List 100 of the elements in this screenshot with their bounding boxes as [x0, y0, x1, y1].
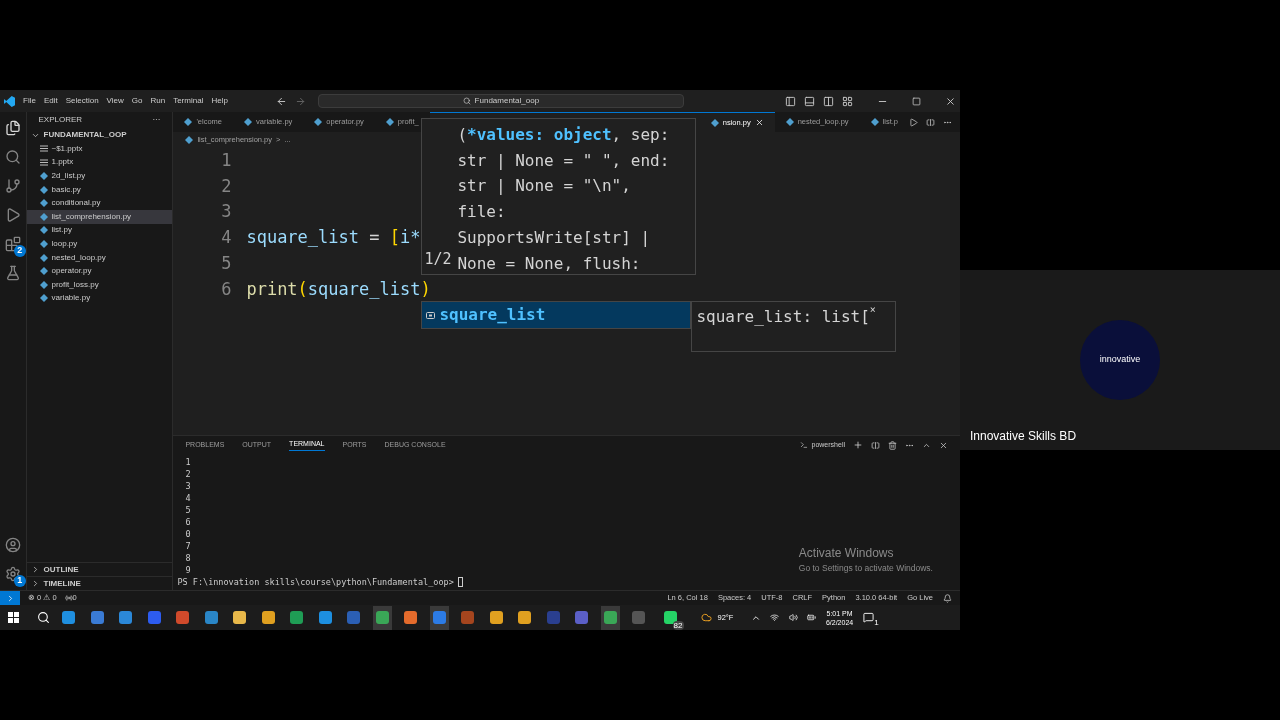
more-actions[interactable]: ··· — [152, 114, 161, 126]
split-icon[interactable] — [871, 440, 880, 450]
app-icon — [664, 611, 677, 624]
terminal-output: 1 — [185, 456, 191, 468]
python-file-icon — [185, 136, 194, 144]
toggle-sidebar-icon[interactable] — [785, 95, 796, 107]
tree-row[interactable]: basic.py — [26, 182, 173, 197]
battery-icon[interactable] — [807, 613, 817, 622]
participant-logo: innovative — [1080, 320, 1160, 400]
terminal-output: 7 — [185, 540, 191, 552]
app-icon — [119, 611, 132, 624]
variable-icon — [426, 311, 436, 319]
account-icon[interactable] — [4, 537, 21, 553]
tree-row[interactable]: list_comprehension.py — [26, 209, 173, 224]
signature-line: SupportsWrite[str] | — [457, 226, 652, 249]
volume-icon[interactable] — [788, 613, 798, 622]
sidebar-title: EXPLORER — [38, 114, 83, 126]
toggle-secondary-icon[interactable] — [823, 95, 834, 107]
python-file-icon — [184, 118, 193, 126]
participant-name: Innovative Skills BD — [970, 428, 1077, 445]
layout-icon[interactable] — [842, 95, 853, 107]
tree-row[interactable]: conditional.py — [26, 196, 173, 210]
app-icon — [290, 611, 303, 624]
close-icon[interactable] — [754, 118, 764, 127]
wifi-icon[interactable] — [770, 613, 780, 622]
settings-icon[interactable] — [4, 566, 21, 582]
section-header[interactable]: OUTLINE — [26, 562, 173, 576]
close-details[interactable]: × — [869, 305, 876, 315]
menu-item[interactable]: File — [23, 95, 36, 107]
back-arrow-icon[interactable] — [275, 95, 287, 107]
add-icon[interactable] — [853, 440, 863, 450]
menu-item[interactable]: View — [106, 95, 124, 107]
close-icon[interactable] — [945, 95, 956, 107]
signature-line: str | None = " ", end: — [457, 149, 670, 172]
signature-line: None = None, flush: — [457, 252, 642, 275]
app-icon — [176, 611, 189, 624]
terminal-output: 8 — [185, 552, 191, 564]
tree-row[interactable]: variable.py — [26, 291, 173, 306]
menu-item[interactable]: Terminal — [173, 95, 204, 107]
remote-button[interactable] — [0, 590, 20, 606]
menu-item[interactable]: Run — [150, 95, 166, 107]
taskbar-app[interactable]: 82 — [657, 605, 684, 630]
toggle-panel-icon[interactable] — [804, 95, 815, 107]
search-icon[interactable] — [36, 611, 50, 624]
run-icon[interactable] — [909, 117, 918, 127]
terminal-output: 3 — [185, 480, 191, 492]
tree-row[interactable]: ~$1.pptx — [26, 142, 173, 156]
terminal-output: 6 — [185, 516, 191, 528]
app-icon — [62, 611, 75, 624]
taskbar-app[interactable] — [429, 605, 449, 630]
tree-row[interactable]: list.py — [26, 223, 173, 238]
maximize-icon[interactable] — [912, 96, 921, 106]
trash-icon[interactable] — [888, 440, 897, 450]
weather-icon — [701, 612, 712, 623]
activation-title: Activate Windows — [798, 545, 895, 563]
python-file-icon — [870, 118, 879, 126]
extensions-icon[interactable] — [4, 236, 21, 252]
notifications-icon[interactable] — [862, 612, 874, 623]
code-line: square_list = [i* — [246, 226, 421, 250]
tree-row[interactable]: loop.py — [26, 237, 173, 251]
app-icon — [461, 611, 474, 624]
testing-icon[interactable] — [4, 265, 21, 281]
line-number: 3 — [220, 200, 233, 224]
explorer-icon[interactable] — [4, 120, 21, 136]
tree-row[interactable]: profit_loss.py — [26, 277, 173, 292]
app-icon — [603, 611, 617, 624]
app-icon — [204, 611, 218, 624]
lines-file-icon — [39, 145, 48, 153]
split-editor-icon[interactable] — [926, 117, 935, 127]
forward-arrow-icon[interactable] — [294, 95, 306, 107]
line-number: 5 — [220, 251, 233, 275]
app-icon — [233, 611, 246, 624]
close-icon[interactable] — [939, 440, 948, 450]
tree-row[interactable]: 2d_list.py — [26, 169, 173, 183]
app-icon — [347, 611, 360, 624]
folder-header[interactable]: FUNDAMENTAL_OOP — [26, 128, 173, 142]
app-icon — [489, 611, 503, 624]
count-badge: 82 — [672, 620, 684, 630]
tree-row[interactable]: operator.py — [26, 264, 173, 278]
bell-icon[interactable] — [943, 593, 952, 603]
menu-item[interactable]: Edit — [43, 95, 58, 107]
tree-row[interactable]: 1.pptx — [26, 155, 173, 170]
count-badge: 2 — [13, 245, 26, 257]
tree-row[interactable]: nested_loop.py — [26, 250, 173, 265]
menu-item[interactable]: Help — [211, 95, 228, 107]
lines-file-icon — [39, 158, 48, 166]
search-icon — [462, 97, 471, 105]
command-search-field[interactable]: Fundamental_oop — [317, 94, 684, 108]
menu-item[interactable]: Go — [131, 95, 143, 107]
taskbar-app[interactable] — [600, 605, 620, 630]
windows-start-icon[interactable] — [8, 612, 19, 623]
menu-item[interactable]: Selection — [65, 95, 99, 107]
code-line: print(square_list) — [246, 277, 431, 301]
taskbar-app[interactable] — [372, 605, 392, 630]
app-icon — [318, 611, 332, 624]
source-control-icon[interactable] — [4, 178, 21, 194]
signature-line: file: — [457, 201, 507, 224]
suggestion-item[interactable]: square_list — [422, 302, 691, 328]
activation-hint: Go to Settings to activate Windows. — [798, 562, 933, 575]
overload-counter[interactable]: 1/2 — [424, 246, 456, 272]
